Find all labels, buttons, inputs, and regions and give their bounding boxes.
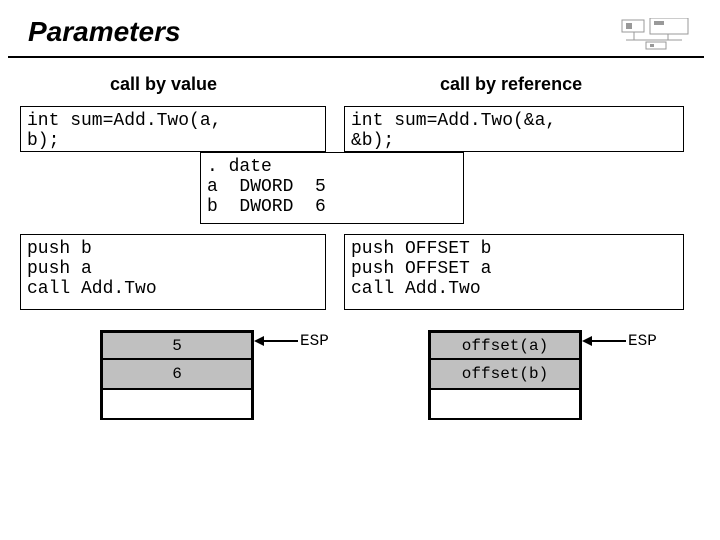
esp-label: ESP: [300, 332, 329, 350]
stack-cell: [428, 390, 582, 420]
esp-pointer-left: ESP: [254, 332, 329, 350]
stack-cell: offset(b): [428, 360, 582, 390]
stack-cell: 6: [100, 360, 254, 390]
stack-value: 5 6: [100, 330, 254, 420]
esp-pointer-right: ESP: [582, 332, 657, 350]
data-declaration: . date a DWORD 5 b DWORD 6: [200, 152, 464, 224]
heading-call-by-reference: call by reference: [440, 74, 582, 95]
stack-cell: [100, 390, 254, 420]
page-title: Parameters: [28, 16, 712, 48]
divider: [8, 56, 704, 58]
stack-cell: offset(a): [428, 330, 582, 360]
stack-cell: 5: [100, 330, 254, 360]
asm-reference: push OFFSET b push OFFSET a call Add.Two: [344, 234, 684, 310]
heading-call-by-value: call by value: [110, 74, 217, 95]
source-code-value: int sum=Add.Two(a, b);: [20, 106, 326, 152]
motherboard-icon: [620, 18, 690, 50]
source-code-reference: int sum=Add.Two(&a, &b);: [344, 106, 684, 152]
stack-reference: offset(a) offset(b): [428, 330, 582, 420]
asm-value: push b push a call Add.Two: [20, 234, 326, 310]
esp-label: ESP: [628, 332, 657, 350]
